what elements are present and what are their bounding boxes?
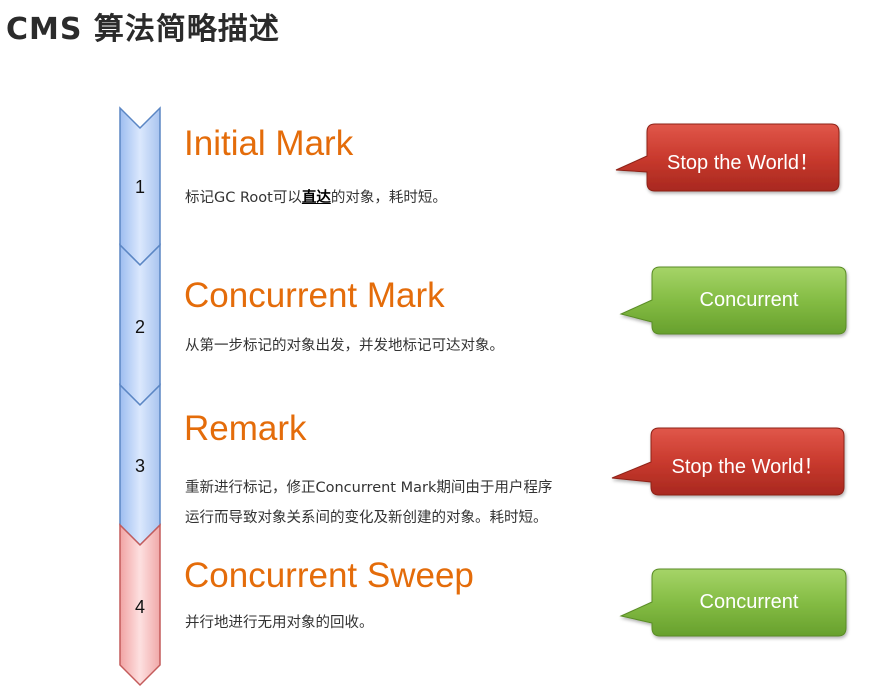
callout-bubbles bbox=[611, 123, 847, 637]
callout-concurrent-4-label: Concurrent bbox=[699, 591, 799, 613]
callout-concurrent-2-label: Concurrent bbox=[699, 289, 799, 311]
callout-stop-3-label: Stop the World！ bbox=[671, 456, 824, 478]
callout-stop-1-label: Stop the World！ bbox=[667, 152, 819, 174]
